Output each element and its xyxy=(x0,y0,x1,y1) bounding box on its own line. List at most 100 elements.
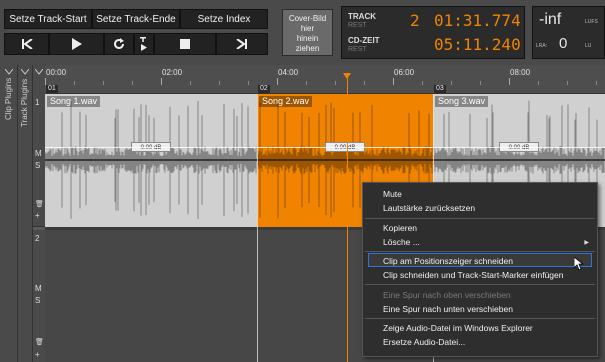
solo-button[interactable]: S xyxy=(35,161,40,170)
cd-time-sub-label: REST xyxy=(348,46,367,53)
ruler-tick xyxy=(103,81,104,85)
ruler-tick xyxy=(277,78,278,85)
playhead-handle-icon[interactable] xyxy=(343,73,351,79)
loudness-unit: LUFS xyxy=(585,19,598,25)
volume-line[interactable] xyxy=(45,147,605,148)
clip-plugins-panel[interactable]: Clip Plugins xyxy=(0,65,18,362)
loudness-value: -inf xyxy=(539,11,562,28)
menu-item-copy[interactable]: Kopieren xyxy=(383,223,417,233)
ruler-label: 06:00 xyxy=(394,68,415,77)
loop-button[interactable] xyxy=(104,33,134,55)
ruler-tick xyxy=(45,78,46,85)
track-plugins-label: Track Plugins xyxy=(20,78,29,127)
menu-item-cut-and-insert-marker[interactable]: Clip schneiden und Track-Start-Marker ei… xyxy=(383,270,563,280)
track-label: TRACK xyxy=(348,12,376,21)
ruler-tick xyxy=(451,81,452,85)
cd-time-label: CD-ZEIT xyxy=(348,36,380,45)
menu-item-replace-audio[interactable]: Ersetze Audio-Datei... xyxy=(383,337,465,347)
clip-name: Song 3.wav xyxy=(435,96,489,107)
mute-button[interactable]: M xyxy=(35,284,42,293)
ruler-tick xyxy=(74,81,75,85)
ruler-tick xyxy=(509,78,510,85)
delete-track-icon[interactable]: 🗑 xyxy=(35,200,44,208)
ruler-tick xyxy=(596,81,597,85)
track-marker-1[interactable]: 01 xyxy=(46,85,58,93)
ruler-tick xyxy=(132,81,133,85)
ruler-tick xyxy=(393,78,394,85)
menu-item-move-down[interactable]: Eine Spur nach unten verschieben xyxy=(383,304,513,314)
ruler-label: 02:00 xyxy=(162,68,183,77)
set-index-button[interactable]: Setze Index xyxy=(180,9,268,29)
submenu-arrow-icon: ▶ xyxy=(584,240,589,246)
track-plugins-panel[interactable]: Track Plugins xyxy=(18,65,33,362)
solo-button[interactable]: S xyxy=(35,296,40,305)
loop-icon xyxy=(114,38,124,49)
track-header-2: 2 M S 🗑 + xyxy=(33,230,45,362)
menu-item-cut-at-position[interactable]: Clip am Positionszeiger schneiden xyxy=(383,256,513,266)
delete-track-icon[interactable]: 🗑 xyxy=(35,338,44,346)
context-menu: Mute Lautstärke zurücksetzen Kopieren Lö… xyxy=(362,182,598,357)
audio-clip-1[interactable]: Song 1.wav 0.00 dB xyxy=(45,94,257,227)
menu-item-show-in-explorer[interactable]: Zeige Audio-Datei im Windows Explorer xyxy=(383,323,533,333)
toolbar: Setze Track-Start Setze Track-Ende Setze… xyxy=(0,0,605,65)
set-track-end-button[interactable]: Setze Track-Ende xyxy=(92,9,180,29)
menu-separator xyxy=(365,284,595,285)
ruler-tick xyxy=(538,81,539,85)
time-display: TRACK REST 2 01:31.774 CD-ZEIT REST 05:1… xyxy=(341,6,525,59)
cover-image-dropzone[interactable]: Cover-Bild hier hinein ziehen xyxy=(282,9,333,56)
mute-button[interactable]: M xyxy=(35,149,42,158)
ruler-tick xyxy=(306,81,307,85)
play-button[interactable] xyxy=(49,33,104,55)
lra-label: LRA: xyxy=(536,43,548,49)
ruler-tick xyxy=(335,81,336,85)
clip-name: Song 2.wav xyxy=(259,96,313,107)
play-from-start-button[interactable] xyxy=(134,33,154,55)
timeline-ruler[interactable]: 00:00 02:00 04:00 06:00 08:00 01 02 03 xyxy=(45,65,605,94)
track-marker-2[interactable]: 02 xyxy=(258,85,270,93)
menu-separator xyxy=(365,218,595,219)
collapse-icon xyxy=(5,69,13,75)
ruler-label: 04:00 xyxy=(278,68,299,77)
add-track-icon[interactable]: + xyxy=(35,350,40,359)
ruler-tick xyxy=(422,81,423,85)
stop-icon xyxy=(180,39,190,49)
playhead[interactable] xyxy=(347,78,348,362)
menu-item-delete[interactable]: Lösche ... xyxy=(383,237,420,247)
lra-value: 0 xyxy=(559,35,568,52)
collapse-icon xyxy=(21,69,29,75)
track-header-1: 1 M S 🗑 + xyxy=(33,94,45,227)
waveform xyxy=(45,101,257,219)
play-icon xyxy=(71,38,82,50)
cd-remaining-time: 05:11.240 xyxy=(434,35,521,54)
ruler-tick xyxy=(161,78,162,85)
collapse-icon xyxy=(35,69,43,75)
loudness-display: -inf LUFS LRA: 0 LU xyxy=(532,6,605,59)
menu-separator xyxy=(365,318,595,319)
clip-name: Song 1.wav xyxy=(47,96,101,107)
ruler-tick xyxy=(567,81,568,85)
ruler-tick xyxy=(248,81,249,85)
track-number: 2 xyxy=(35,234,40,243)
skip-back-button[interactable] xyxy=(4,33,49,55)
stop-button[interactable] xyxy=(154,33,216,55)
menu-item-mute[interactable]: Mute xyxy=(383,189,402,199)
ruler-tick xyxy=(190,81,191,85)
ruler-corner xyxy=(33,65,45,94)
menu-item-reset-volume[interactable]: Lautstärke zurücksetzen xyxy=(383,203,475,213)
track-number: 1 xyxy=(35,98,40,107)
skip-back-icon xyxy=(21,39,33,49)
skip-forward-button[interactable] xyxy=(216,33,268,55)
clip-plugins-label: Clip Plugins xyxy=(4,77,13,120)
ruler-label: 08:00 xyxy=(510,68,531,77)
ruler-tick xyxy=(219,81,220,85)
set-track-start-button[interactable]: Setze Track-Start xyxy=(4,9,92,29)
ruler-label: 00:00 xyxy=(46,68,67,77)
ruler-tick xyxy=(364,81,365,85)
boundary-line xyxy=(257,94,258,362)
track-marker-3[interactable]: 03 xyxy=(434,85,446,93)
add-track-icon[interactable]: + xyxy=(35,211,40,220)
ruler-tick xyxy=(480,81,481,85)
menu-item-move-up: Eine Spur nach oben verschieben xyxy=(383,290,511,300)
mouse-cursor-icon xyxy=(574,257,584,271)
lra-unit: LU xyxy=(585,43,592,49)
